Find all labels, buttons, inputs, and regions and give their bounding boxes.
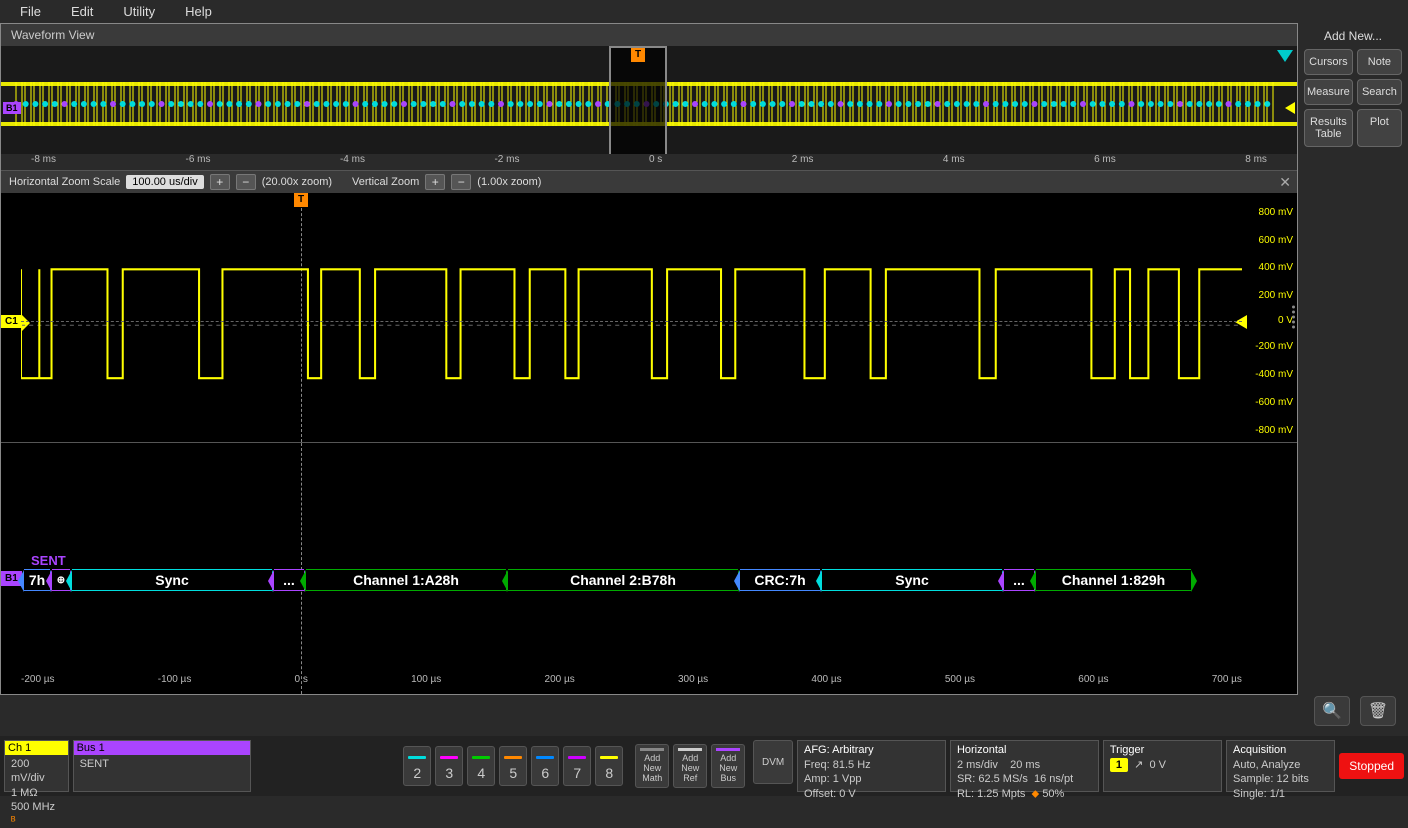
- channel-2-button[interactable]: 2: [403, 746, 431, 786]
- trigger-panel[interactable]: Trigger 1 ↗ 0 V: [1103, 740, 1222, 792]
- bus-protocol-label: SENT: [31, 553, 66, 568]
- horizontal-panel[interactable]: Horizontal 2 ms/div 20 ms SR: 62.5 MS/s …: [950, 740, 1099, 792]
- menu-file[interactable]: File: [20, 4, 41, 19]
- add-new-bus-button[interactable]: AddNewBus: [711, 744, 745, 788]
- bus-segment: Channel 1:A28h: [306, 569, 506, 591]
- ch1-impedance: 1 MΩ: [11, 786, 62, 800]
- menubar: File Edit Utility Help: [0, 0, 1408, 23]
- afg-panel[interactable]: AFG: Arbitrary Freq: 81.5 Hz Amp: 1 Vpp …: [797, 740, 946, 792]
- waveform-view-title: Waveform View: [1, 24, 1297, 46]
- trigger-header: Trigger: [1110, 744, 1215, 756]
- menu-help[interactable]: Help: [185, 4, 212, 19]
- bus-segment: Sync: [72, 569, 272, 591]
- zoom-close-button[interactable]: ✕: [1279, 174, 1291, 191]
- search-button[interactable]: Search: [1357, 79, 1402, 105]
- trash-button[interactable]: 🗑: [1360, 696, 1396, 726]
- channel-buttons: 2345678: [399, 740, 627, 792]
- vzoom-factor: (1.00x zoom): [477, 176, 541, 188]
- channel-8-button[interactable]: 8: [595, 746, 623, 786]
- channel-3-button[interactable]: 3: [435, 746, 463, 786]
- ch1-scale: 200 mV/div: [11, 757, 62, 786]
- bus-decode-pane[interactable]: SENT B1 7h ⊕ Sync...Channel 1:A28hChanne…: [1, 443, 1297, 694]
- afg-offset: Offset: 0 V: [804, 787, 939, 801]
- acq-row1: Auto, Analyze: [1233, 758, 1328, 772]
- bus-segment: Channel 2:B78h: [508, 569, 738, 591]
- vzoom-label: Vertical Zoom: [352, 176, 419, 188]
- horiz-header: Horizontal: [957, 744, 1092, 756]
- bus-segment: CRC:7h: [740, 569, 820, 591]
- acq-header: Acquisition: [1233, 744, 1328, 756]
- bottom-bar: Ch 1 200 mV/div 1 MΩ 500 MHz ᴮ Bus 1 SEN…: [0, 736, 1408, 796]
- hzoom-factor: (20.00x zoom): [262, 176, 332, 188]
- menu-utility[interactable]: Utility: [123, 4, 155, 19]
- hzoom-value[interactable]: 100.00 us/div: [126, 175, 203, 189]
- afg-amp: Amp: 1 Vpp: [804, 772, 939, 786]
- acq-row3: Single: 1/1: [1233, 787, 1328, 801]
- hzoom-label: Horizontal Zoom Scale: [9, 176, 120, 188]
- bus-decode-row: 7h ⊕ Sync...Channel 1:A28hChannel 2:B78h…: [23, 568, 1289, 592]
- vzoom-minus-button[interactable]: −: [451, 174, 471, 190]
- vzoom-plus-button[interactable]: +: [425, 174, 445, 190]
- bus-segment: Channel 1:829h: [1036, 569, 1191, 591]
- note-button[interactable]: Note: [1357, 49, 1402, 75]
- bus1-header: Bus 1: [74, 741, 251, 755]
- overview-zoom-window[interactable]: [609, 46, 667, 166]
- afg-header: AFG: Arbitrary: [804, 744, 939, 756]
- horiz-row2: SR: 62.5 MS/s 16 ns/pt: [957, 772, 1092, 786]
- overview-ref-arrow-icon: [1285, 102, 1295, 114]
- overview-bus-badge: B1: [3, 102, 21, 114]
- measure-button[interactable]: Measure: [1304, 79, 1353, 105]
- hzoom-minus-button[interactable]: −: [236, 174, 256, 190]
- bus-1-panel[interactable]: Bus 1 SENT: [73, 740, 252, 792]
- add-new-label: Add New...: [1304, 29, 1402, 43]
- channel-1-panel[interactable]: Ch 1 200 mV/div 1 MΩ 500 MHz ᴮ: [4, 740, 69, 792]
- channel-1-badge[interactable]: C1: [1, 315, 22, 328]
- add-buttons: AddNewMathAddNewRefAddNewBus: [631, 740, 749, 792]
- overview-pane[interactable]: T B1 -8 ms-6 ms-4 ms-2 ms0 s2 ms4 ms6 ms…: [1, 46, 1297, 171]
- trigger-info: 1 ↗ 0 V: [1110, 758, 1215, 772]
- bus-segment: Sync: [822, 569, 1002, 591]
- overview-time-axis: -8 ms-6 ms-4 ms-2 ms0 s2 ms4 ms6 ms8 ms: [1, 154, 1297, 170]
- acquisition-panel[interactable]: Acquisition Auto, Analyze Sample: 12 bit…: [1226, 740, 1335, 792]
- zoom-waveform-svg: [21, 193, 1242, 458]
- add-new-math-button[interactable]: AddNewMath: [635, 744, 669, 788]
- zoom-tool-button[interactable]: 🔍: [1314, 696, 1350, 726]
- menu-edit[interactable]: Edit: [71, 4, 93, 19]
- bus-time-axis: -200 µs-100 µs0 s100 µs200 µs300 µs400 µ…: [21, 674, 1242, 692]
- overview-trigger-marker[interactable]: T: [631, 48, 645, 62]
- rising-edge-icon: ↗: [1134, 759, 1143, 771]
- dvm-button[interactable]: DVM: [753, 740, 793, 784]
- bus1-protocol: SENT: [80, 757, 245, 771]
- afg-freq: Freq: 81.5 Hz: [804, 758, 939, 772]
- acq-row2: Sample: 12 bits: [1233, 772, 1328, 786]
- y-axis-labels: 800 mV600 mV400 mV200 mV0 V-200 mV-400 m…: [1243, 193, 1293, 443]
- results-table-button[interactable]: Results Table: [1304, 109, 1353, 147]
- run-stop-button[interactable]: Stopped: [1339, 753, 1404, 779]
- channel-5-button[interactable]: 5: [499, 746, 527, 786]
- plot-button[interactable]: Plot: [1357, 109, 1402, 147]
- ch1-bandwidth: 500 MHz ᴮ: [11, 800, 62, 828]
- horiz-row1: 2 ms/div 20 ms: [957, 758, 1092, 772]
- horiz-row3: RL: 1.25 Mpts ⬥ 50%: [957, 787, 1092, 801]
- channel-4-button[interactable]: 4: [467, 746, 495, 786]
- trigger-channel-badge: 1: [1110, 758, 1128, 772]
- add-new-ref-button[interactable]: AddNewRef: [673, 744, 707, 788]
- pane-resize-handle[interactable]: [1290, 304, 1297, 331]
- channel-6-button[interactable]: 6: [531, 746, 559, 786]
- zoom-waveform-pane[interactable]: T C1 800 mV600 mV400 mV200 mV0 V-200 mV-…: [1, 193, 1297, 444]
- ch1-header: Ch 1: [5, 741, 68, 755]
- hzoom-plus-button[interactable]: +: [210, 174, 230, 190]
- zero-line: [21, 321, 1242, 322]
- channel-7-button[interactable]: 7: [563, 746, 591, 786]
- zoom-toolbar: Horizontal Zoom Scale 100.00 us/div + − …: [1, 171, 1297, 192]
- cursors-button[interactable]: Cursors: [1304, 49, 1353, 75]
- overview-end-flag-icon: [1277, 50, 1293, 62]
- right-sidebar: Add New... Cursors Note Measure Search R…: [1298, 23, 1408, 695]
